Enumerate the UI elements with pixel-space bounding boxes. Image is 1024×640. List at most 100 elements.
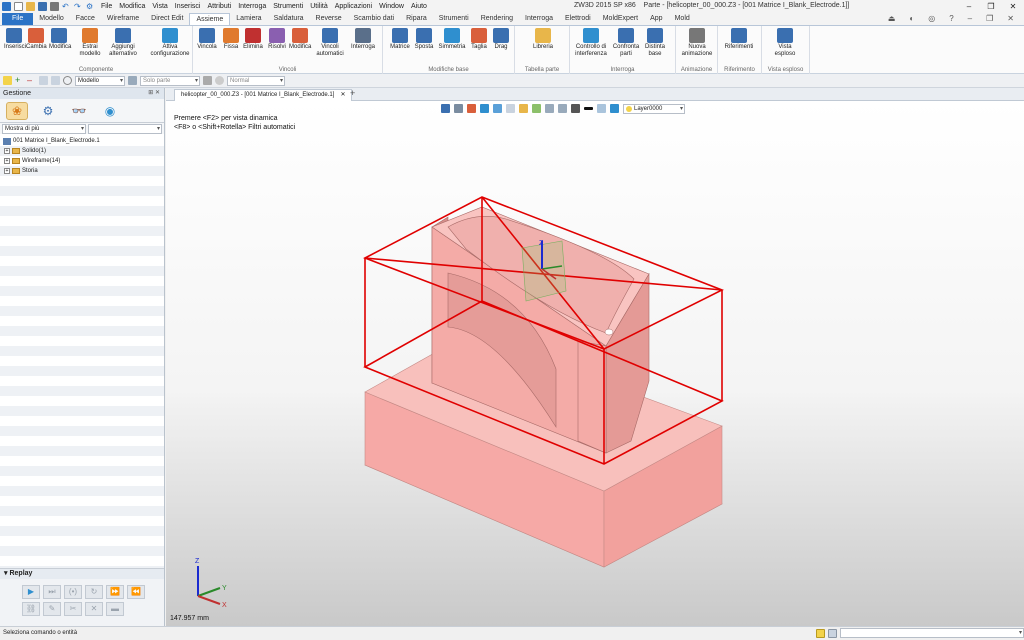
- menu-vista[interactable]: Vista: [152, 3, 167, 10]
- globe-icon[interactable]: ◎: [928, 14, 935, 23]
- menu-aiuto[interactable]: Aiuto: [411, 3, 427, 10]
- tab-close-icon[interactable]: ✕: [340, 90, 345, 101]
- tab-mold[interactable]: Mold: [669, 13, 696, 25]
- step-over-icon[interactable]: (•): [64, 585, 82, 599]
- open-folder-icon[interactable]: [26, 2, 35, 11]
- tab-saldatura[interactable]: Saldatura: [268, 13, 310, 25]
- maximize-icon[interactable]: ❐: [980, 0, 1002, 13]
- filter-icon[interactable]: [39, 76, 48, 85]
- tab-interroga[interactable]: Interroga: [519, 13, 559, 25]
- lock-icon[interactable]: [203, 76, 212, 85]
- tree-item-wireframe[interactable]: + Wireframe(14): [0, 156, 164, 166]
- elimina-button[interactable]: Elimina: [243, 28, 263, 51]
- tree-search-input[interactable]: [88, 124, 162, 134]
- history-tab-icon[interactable]: ❀: [6, 101, 28, 120]
- tab-direct-edit[interactable]: Direct Edit: [145, 13, 189, 25]
- menu-inserisci[interactable]: Inserisci: [175, 3, 201, 10]
- menu-window[interactable]: Window: [379, 3, 404, 10]
- print-icon[interactable]: [50, 2, 59, 11]
- vista-esploso-button[interactable]: Vista esploso: [768, 28, 802, 58]
- select-arrow-icon[interactable]: [3, 76, 12, 85]
- distinta-base-button[interactable]: Distinta base: [642, 28, 668, 58]
- help-icon[interactable]: ?: [949, 14, 953, 23]
- estrai-modello-button[interactable]: Estrai modello: [78, 28, 102, 58]
- tree-root[interactable]: 001 Matrice I_Blank_Electrode.1: [0, 136, 164, 146]
- tab-reverse[interactable]: Reverse: [310, 13, 348, 25]
- remove-icon[interactable]: –: [27, 76, 36, 85]
- risolvi-button[interactable]: Risolvi: [266, 28, 288, 51]
- interroga-button[interactable]: Interroga: [349, 28, 377, 51]
- link-icon[interactable]: ⛓: [22, 602, 40, 616]
- sposta-button[interactable]: Sposta: [413, 28, 435, 51]
- modifica-button[interactable]: Modifica: [289, 28, 311, 51]
- pick-icon[interactable]: [51, 76, 60, 85]
- tab-app[interactable]: App: [644, 13, 668, 25]
- nuova-animazione-button[interactable]: Nuova animazione: [678, 28, 716, 58]
- new-tab-icon[interactable]: +: [350, 88, 355, 98]
- tab-lamiera[interactable]: Lamiera: [230, 13, 267, 25]
- cambia-button[interactable]: Cambia: [26, 28, 47, 51]
- matrice-button[interactable]: Matrice: [389, 28, 411, 51]
- menu-utilita[interactable]: Utilità: [310, 3, 328, 10]
- riferimenti-button[interactable]: Riferimenti: [722, 28, 756, 51]
- palette-icon[interactable]: ◐: [909, 14, 914, 23]
- taglia-button[interactable]: Taglia: [469, 28, 489, 51]
- tab-modello[interactable]: Modello: [33, 13, 70, 25]
- tab-ripara[interactable]: Ripara: [400, 13, 433, 25]
- graphics-viewport[interactable]: Layer0000 Premere <F2> per vista dinamic…: [166, 101, 1024, 626]
- document-tab[interactable]: helicopter_00_000.Z3 - [001 Matrice I_Bl…: [174, 89, 353, 101]
- menu-attributi[interactable]: Attributi: [207, 3, 231, 10]
- controllo-di-interferenza-button[interactable]: Controllo di interferenza: [574, 28, 608, 58]
- new-file-icon[interactable]: [14, 2, 23, 11]
- tab-wireframe[interactable]: Wireframe: [101, 13, 145, 25]
- menu-interroga[interactable]: Interroga: [238, 3, 266, 10]
- rewind-icon[interactable]: ⏪: [127, 585, 145, 599]
- grid-toggle-icon[interactable]: [816, 628, 825, 638]
- undo-icon[interactable]: ↶: [62, 2, 71, 11]
- tree-item-solido[interactable]: + Solido(1): [0, 146, 164, 156]
- tab-moldexpert[interactable]: MoldExpert: [597, 13, 644, 25]
- drag-button[interactable]: Drag: [491, 28, 511, 51]
- step-end-icon[interactable]: ⏭: [43, 585, 61, 599]
- menu-file[interactable]: File: [101, 3, 112, 10]
- tab-elettrodi[interactable]: Elettrodi: [559, 13, 597, 25]
- menu-applicazioni[interactable]: Applicazioni: [335, 3, 372, 10]
- pin-icon[interactable]: ⊞ ✕: [148, 88, 160, 99]
- minimize-icon[interactable]: –: [958, 0, 980, 13]
- tab-assieme[interactable]: Assieme: [189, 13, 231, 25]
- save-icon[interactable]: [38, 2, 47, 11]
- play-icon[interactable]: ▶: [22, 585, 40, 599]
- layer-tab-icon[interactable]: ◉: [99, 102, 121, 120]
- vincola-button[interactable]: Vincola: [197, 28, 217, 51]
- window-min-icon[interactable]: –: [968, 14, 972, 23]
- confronta-parti-button[interactable]: Confronta parti: [612, 28, 640, 58]
- scope-select[interactable]: Solo parte: [140, 75, 200, 86]
- show-more-select[interactable]: Mostra di più: [2, 124, 86, 134]
- command-input[interactable]: [840, 628, 1024, 638]
- close-icon[interactable]: ✕: [1002, 0, 1024, 13]
- aggiungi-alternativo-button[interactable]: Aggiungi alternativo: [108, 28, 138, 58]
- assembly-tab-icon[interactable]: ⚙: [37, 102, 59, 120]
- mode-select[interactable]: Normal: [227, 75, 285, 86]
- clear-icon[interactable]: ▬: [106, 602, 124, 616]
- replay-header[interactable]: ▾ Replay: [0, 569, 164, 579]
- add-icon[interactable]: +: [15, 76, 24, 85]
- expand-icon[interactable]: +: [4, 158, 10, 164]
- center-triad[interactable]: Z: [521, 240, 567, 302]
- eject-icon[interactable]: ⏏: [888, 14, 896, 23]
- view-tab-icon[interactable]: 👓: [68, 102, 90, 120]
- window-close-icon[interactable]: ✕: [1007, 14, 1014, 23]
- menu-strumenti[interactable]: Strumenti: [273, 3, 303, 10]
- settings-icon[interactable]: ⚙: [86, 2, 95, 11]
- tab-facce[interactable]: Facce: [70, 13, 101, 25]
- model-canvas[interactable]: Z Z Y X: [166, 101, 1024, 626]
- normal-icon[interactable]: [215, 76, 224, 85]
- delete-icon[interactable]: ✕: [85, 602, 103, 616]
- vincoli-automatici-button[interactable]: Vincoli automatici: [315, 28, 345, 58]
- expand-icon[interactable]: +: [4, 148, 10, 154]
- fissa-button[interactable]: Fissa: [221, 28, 241, 51]
- tab-file[interactable]: File: [2, 13, 34, 25]
- loop-icon[interactable]: ↻: [85, 585, 103, 599]
- simmetria-button[interactable]: Simmetria: [438, 28, 466, 51]
- window-restore-icon[interactable]: ❐: [986, 14, 993, 23]
